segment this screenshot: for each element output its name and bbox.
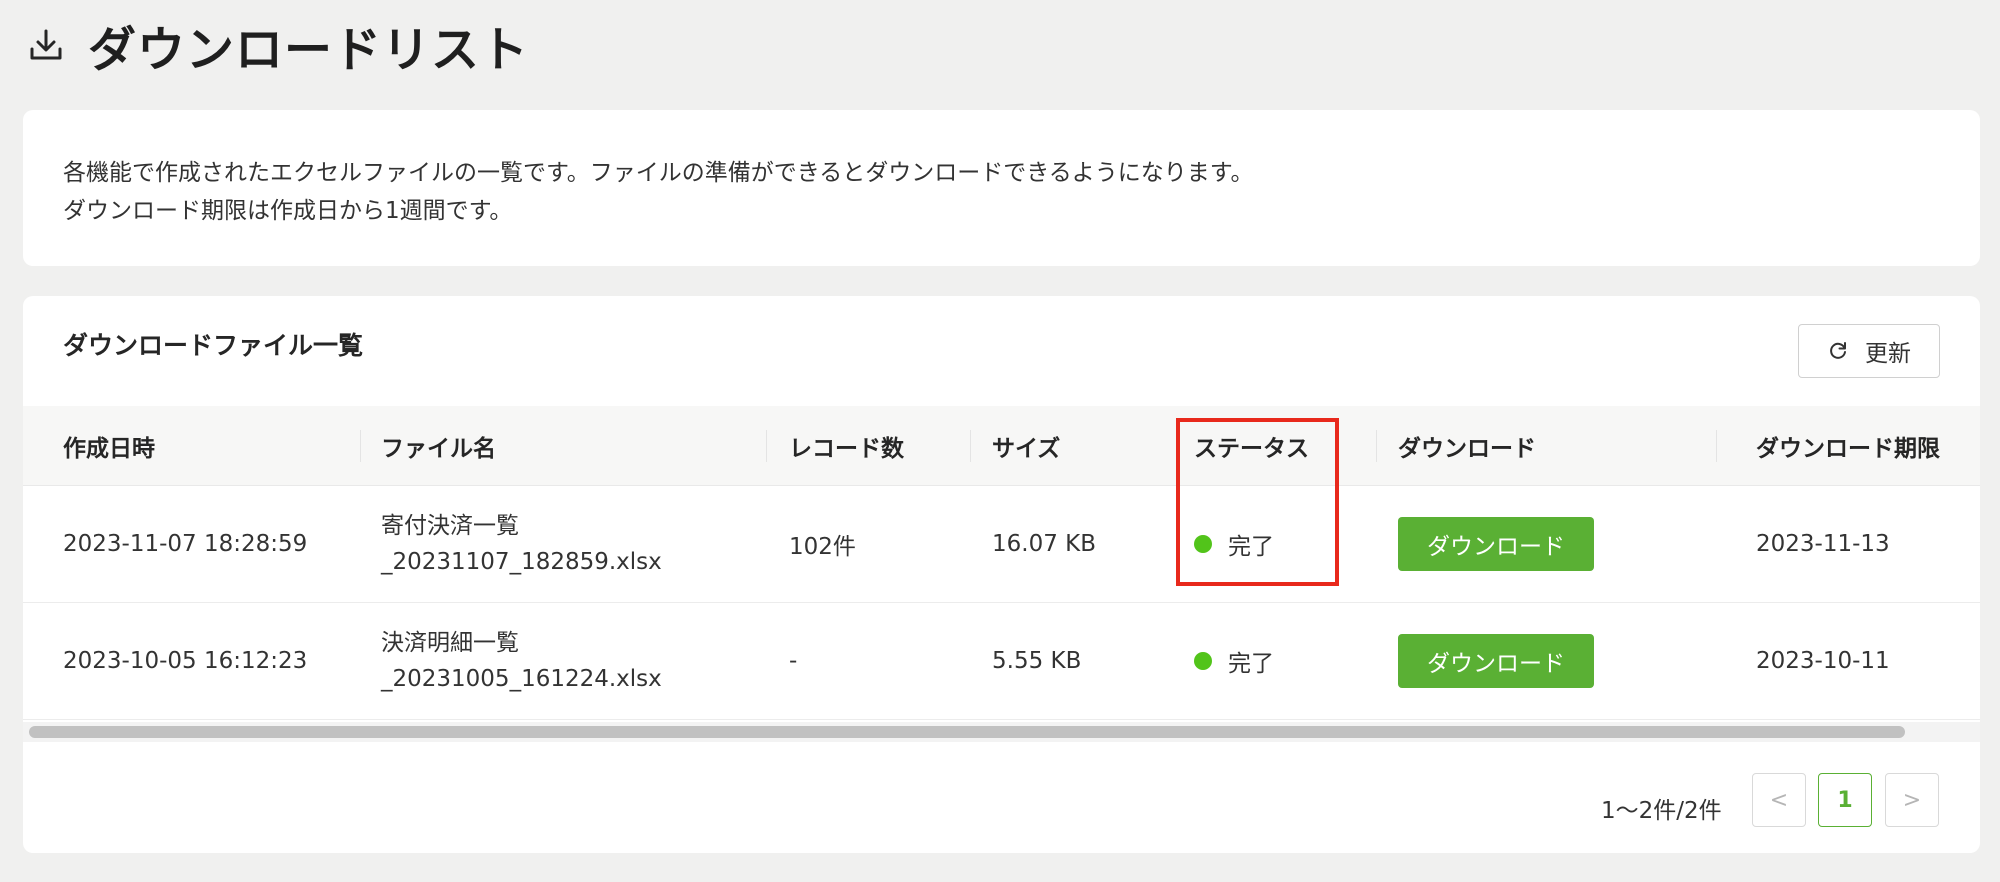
- download-list-card: ダウンロードファイル一覧 更新 作成日時 ファイル名 レコード数 サイズ ステー…: [23, 296, 1980, 853]
- download-button[interactable]: ダウンロード: [1398, 634, 1594, 688]
- size-cell: 5.55 KB: [992, 648, 1082, 674]
- prev-page-button[interactable]: <: [1752, 773, 1806, 827]
- column-records[interactable]: レコード数: [789, 406, 904, 486]
- file-name-cell: 決済明細一覧 _20231005_161224.xlsx: [381, 603, 662, 719]
- status-dot-icon: [1194, 535, 1212, 553]
- column-created-at[interactable]: 作成日時: [63, 406, 155, 486]
- column-divider: [1376, 430, 1377, 462]
- records-cell: 102件: [789, 534, 856, 560]
- list-title: ダウンロードファイル一覧: [63, 331, 364, 360]
- download-cell: ダウンロード: [1398, 603, 1594, 719]
- created-at-cell: 2023-11-07 18:28:59: [63, 531, 308, 557]
- page-title: ダウンロードリスト: [88, 22, 530, 78]
- chevron-right-icon: >: [1902, 787, 1922, 813]
- column-file-name[interactable]: ファイル名: [381, 406, 496, 486]
- column-divider: [1716, 430, 1717, 462]
- expires-cell: 2023-11-13: [1756, 531, 1890, 557]
- file-name-line: _20231107_182859.xlsx: [381, 549, 662, 575]
- status-cell: 完了: [1194, 603, 1274, 719]
- pagination-summary: 1〜2件/2件: [1601, 798, 1722, 824]
- refresh-label: 更新: [1865, 341, 1911, 367]
- reload-icon: [1830, 342, 1846, 359]
- status-cell: 完了: [1194, 486, 1274, 602]
- status-label: 完了: [1228, 534, 1274, 560]
- info-card: 各機能で作成されたエクセルファイルの一覧です。ファイルの準備ができるとダウンロー…: [23, 110, 1980, 266]
- column-divider: [360, 430, 361, 462]
- info-text-line-1: 各機能で作成されたエクセルファイルの一覧です。ファイルの準備ができるとダウンロー…: [63, 160, 1254, 186]
- column-download[interactable]: ダウンロード: [1398, 406, 1536, 486]
- status-label: 完了: [1228, 651, 1274, 677]
- column-divider: [766, 430, 767, 462]
- expires-cell: 2023-10-11: [1756, 648, 1890, 674]
- horizontal-scrollbar[interactable]: [23, 722, 1980, 742]
- created-at-cell: 2023-10-05 16:12:23: [63, 648, 308, 674]
- table-header: 作成日時 ファイル名 レコード数 サイズ ステータス ダウンロード ダウンロード…: [23, 406, 1980, 486]
- column-size[interactable]: サイズ: [992, 406, 1060, 486]
- download-button[interactable]: ダウンロード: [1398, 517, 1594, 571]
- download-cell: ダウンロード: [1398, 486, 1594, 602]
- file-name-line: 寄付決済一覧: [381, 513, 519, 539]
- size-cell: 16.07 KB: [992, 531, 1097, 557]
- table-row: 2023-10-05 16:12:23 決済明細一覧 _20231005_161…: [23, 603, 1980, 720]
- column-expires[interactable]: ダウンロード期限: [1756, 406, 1940, 486]
- download-icon: [30, 29, 62, 60]
- next-page-button[interactable]: >: [1885, 773, 1939, 827]
- page-header: ダウンロードリスト: [26, 10, 529, 80]
- status-dot-icon: [1194, 652, 1212, 670]
- column-divider: [1177, 430, 1178, 462]
- page-1-button[interactable]: 1: [1818, 773, 1872, 827]
- column-divider: [970, 430, 971, 462]
- scrollbar-thumb[interactable]: [29, 726, 1905, 738]
- info-text-line-2: ダウンロード期限は作成日から1週間です。: [63, 198, 513, 224]
- file-name-cell: 寄付決済一覧 _20231107_182859.xlsx: [381, 486, 662, 602]
- column-status[interactable]: ステータス: [1194, 406, 1309, 486]
- table-row: 2023-11-07 18:28:59 寄付決済一覧 _20231107_182…: [23, 486, 1980, 603]
- refresh-button[interactable]: 更新: [1798, 324, 1940, 378]
- file-name-line: _20231005_161224.xlsx: [381, 666, 662, 692]
- chevron-left-icon: <: [1769, 787, 1789, 813]
- records-cell: -: [789, 648, 798, 674]
- file-name-line: 決済明細一覧: [381, 630, 519, 656]
- download-table: 作成日時 ファイル名 レコード数 サイズ ステータス ダウンロード ダウンロード…: [23, 406, 1980, 720]
